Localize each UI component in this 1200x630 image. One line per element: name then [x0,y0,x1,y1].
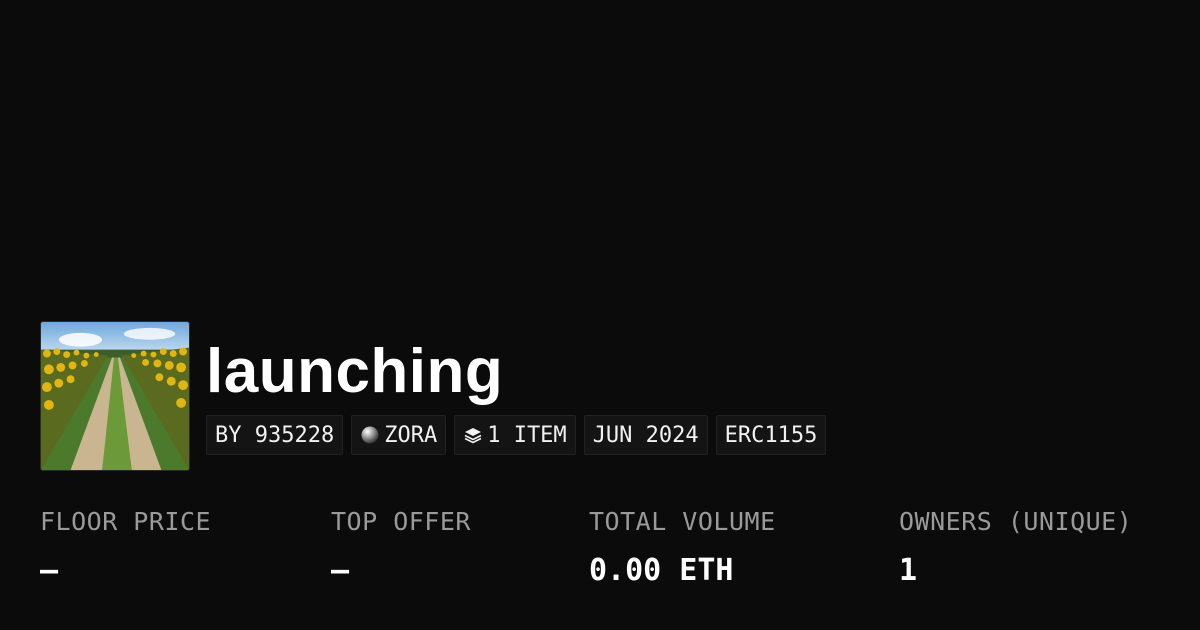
standard-tag: ERC1155 [715,415,827,455]
owners-stat: OWNERS (UNIQUE) 1 [899,505,1132,589]
sunflower-field-road-image [41,322,189,470]
floor-price-stat: FLOOR PRICE – [40,505,211,589]
collection-thumbnail [40,321,190,471]
creator-tag[interactable]: BY 935228 [206,415,344,455]
items-tag[interactable]: 1 ITEM [454,415,576,455]
top-offer-label: TOP OFFER [331,507,471,536]
owners-label: OWNERS (UNIQUE) [899,507,1133,536]
total-volume-value: 0.00 ETH [589,553,734,588]
items-label: 1 ITEM [487,422,567,448]
top-offer-stat: TOP OFFER – [331,505,471,589]
chain-label: ZORA [384,422,438,448]
floor-price-value: – [40,553,59,588]
collection-tags: BY 935228 ZORA 1 ITEM JUN 2024 ERC1155 [206,415,827,455]
collection-title: launching [206,337,504,406]
total-volume-stat: TOTAL VOLUME 0.00 ETH [589,505,776,589]
total-volume-label: TOTAL VOLUME [589,507,776,536]
chain-tag[interactable]: ZORA [351,415,447,455]
top-offer-value: – [331,553,350,588]
floor-price-label: FLOOR PRICE [40,507,212,536]
standard-label: ERC1155 [724,422,818,448]
creator-label: BY 935228 [215,422,335,448]
zora-orb-icon [360,425,380,445]
layers-icon [463,425,483,445]
date-label: JUN 2024 [592,422,699,448]
owners-value: 1 [899,553,918,588]
date-tag: JUN 2024 [583,415,708,455]
